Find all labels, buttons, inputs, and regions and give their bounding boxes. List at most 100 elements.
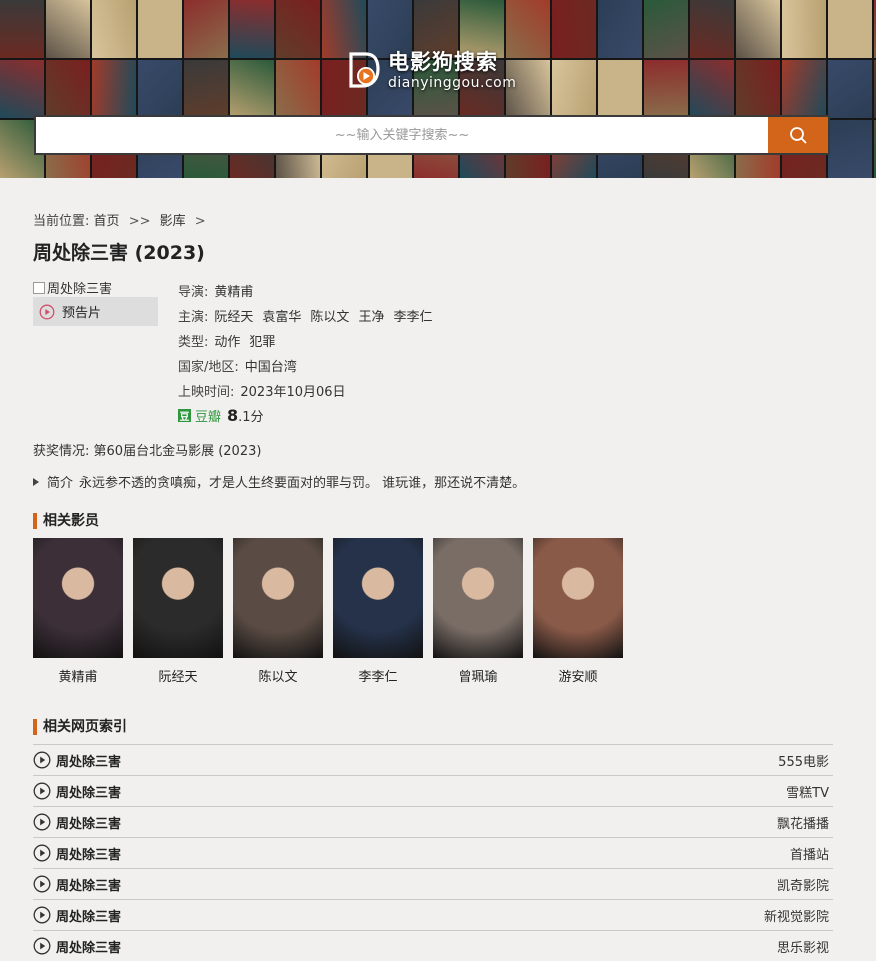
related-link-title[interactable]: 周处除三害 <box>56 751 121 770</box>
cast-name-link[interactable]: 阮经天 <box>133 666 223 685</box>
breadcrumb-library-link[interactable]: 影库 <box>160 214 186 229</box>
related-link-row[interactable]: 周处除三害 飘花播播 <box>33 806 833 837</box>
cast-name-link[interactable]: 黄精甫 <box>33 666 123 685</box>
cast-link[interactable]: 袁富华 <box>262 306 301 325</box>
release-date: 2023年10月06日 <box>240 385 346 400</box>
cast-photo[interactable] <box>33 538 123 658</box>
related-link-source[interactable]: 555电影 <box>778 751 829 770</box>
breadcrumb: 当前位置: 首页 >> 影库 > <box>33 210 211 229</box>
cast-card[interactable]: 游安顺 <box>533 538 623 685</box>
background-poster <box>598 60 642 118</box>
intro-label: 简介 <box>47 476 74 491</box>
awards-link[interactable]: 第60届台北金马影展 (2023) <box>94 444 262 459</box>
related-link-row[interactable]: 周处除三害 首播站 <box>33 837 833 868</box>
play-circle-icon <box>33 782 51 800</box>
cast-link[interactable]: 李李仁 <box>393 306 432 325</box>
movie-poster-box: 周处除三害 预告片 <box>33 278 158 326</box>
cast-card[interactable]: 曾珮瑜 <box>433 538 523 685</box>
logo-text: 电影狗搜索 <box>388 50 498 74</box>
cast-name-link[interactable]: 陈以文 <box>233 666 323 685</box>
related-link-row[interactable]: 周处除三害 555电影 <box>33 744 833 775</box>
cast-name-link[interactable]: 曾珮瑜 <box>433 666 523 685</box>
related-link-source[interactable]: 雪糕TV <box>786 782 829 801</box>
douban-label: 豆瓣 <box>195 410 222 425</box>
background-poster <box>92 0 136 58</box>
cast-photo[interactable] <box>133 538 223 658</box>
region-row: 国家/地区: 中国台湾 <box>178 353 441 378</box>
cast-link[interactable]: 阮经天 <box>214 306 253 325</box>
related-links-list: 周处除三害 555电影 周处除三害 雪糕TV 周处除三害 飘花播播 周处除三害 首播站 周处除三… <box>33 744 833 961</box>
play-circle-icon <box>33 906 51 924</box>
background-poster <box>552 60 596 118</box>
genre-label: 类型: <box>178 335 209 350</box>
douban-score-minor: .1分 <box>238 410 264 425</box>
related-link-row[interactable]: 周处除三害 雪糕TV <box>33 775 833 806</box>
cast-link[interactable]: 陈以文 <box>310 306 349 325</box>
cast-card[interactable]: 李李仁 <box>333 538 423 685</box>
related-link-title[interactable]: 周处除三害 <box>56 875 121 894</box>
related-link-source[interactable]: 凯奇影院 <box>777 875 829 894</box>
related-link-title[interactable]: 周处除三害 <box>56 844 121 863</box>
douban-icon: 豆 <box>178 409 191 423</box>
movie-title: 周处除三害 (2023) <box>33 242 205 264</box>
related-link-row[interactable]: 周处除三害 新视觉影院 <box>33 899 833 930</box>
related-link-source[interactable]: 思乐影视 <box>777 937 829 956</box>
search-input[interactable] <box>36 117 768 153</box>
background-poster <box>690 0 734 58</box>
release-row: 上映时间: 2023年10月06日 <box>178 378 441 403</box>
related-link-title[interactable]: 周处除三害 <box>56 906 121 925</box>
release-label: 上映时间: <box>178 385 235 400</box>
breadcrumb-label: 当前位置: <box>33 214 90 229</box>
intro-row[interactable]: 简介 永远参不透的贪嗔痴，才是人生终要面对的罪与罚。 谁玩谁，那还说不清楚。 <box>33 472 525 491</box>
awards-row: 获奖情况: 第60届台北金马影展 (2023) <box>33 440 261 459</box>
related-link-source[interactable]: 新视觉影院 <box>764 906 829 925</box>
background-poster <box>782 0 826 58</box>
background-poster <box>46 0 90 58</box>
cast-photo[interactable] <box>533 538 623 658</box>
related-link-left: 周处除三害 <box>33 782 121 801</box>
site-logo[interactable]: 电影狗搜索 dianyinggou.com <box>348 52 516 90</box>
movie-poster-image: 周处除三害 <box>33 278 158 297</box>
related-link-row[interactable]: 周处除三害 思乐影视 <box>33 930 833 961</box>
poster-alt-text: 周处除三害 <box>47 282 113 297</box>
cast-photo[interactable] <box>333 538 423 658</box>
cast-card[interactable]: 陈以文 <box>233 538 323 685</box>
breadcrumb-home-link[interactable]: 首页 <box>94 214 120 229</box>
cast-card[interactable]: 黄精甫 <box>33 538 123 685</box>
related-link-title[interactable]: 周处除三害 <box>56 937 121 956</box>
region-link[interactable]: 中国台湾 <box>245 356 297 375</box>
trailer-label: 预告片 <box>62 306 102 321</box>
cast-card[interactable]: 阮经天 <box>133 538 223 685</box>
cast-photo[interactable] <box>233 538 323 658</box>
play-circle-icon <box>33 937 51 955</box>
related-link-row[interactable]: 周处除三害 凯奇影院 <box>33 868 833 899</box>
broken-image-icon <box>33 281 45 294</box>
search-button[interactable] <box>768 117 828 153</box>
background-poster <box>736 60 780 118</box>
breadcrumb-separator: > <box>194 214 206 229</box>
search-icon <box>790 127 807 144</box>
related-link-left: 周处除三害 <box>33 875 121 894</box>
related-link-source[interactable]: 首播站 <box>790 844 829 863</box>
related-link-left: 周处除三害 <box>33 937 121 956</box>
trailer-button[interactable]: 预告片 <box>33 297 158 326</box>
background-poster <box>828 0 872 58</box>
background-poster <box>138 0 182 58</box>
genre-link[interactable]: 动作 <box>214 331 240 350</box>
logo-film-icon <box>348 52 380 90</box>
cast-link[interactable]: 王净 <box>358 306 384 325</box>
director-row: 导演: 黄精甫 <box>178 278 441 303</box>
cast-name-link[interactable]: 游安顺 <box>533 666 623 685</box>
related-link-title[interactable]: 周处除三害 <box>56 782 121 801</box>
director-link[interactable]: 黄精甫 <box>214 281 253 300</box>
background-poster <box>690 60 734 118</box>
cast-row: 主演: 阮经天 袁富华 陈以文 王净 李李仁 <box>178 303 441 328</box>
genre-link[interactable]: 犯罪 <box>249 331 275 350</box>
cast-photo[interactable] <box>433 538 523 658</box>
background-poster <box>828 60 872 118</box>
cast-name-link[interactable]: 李李仁 <box>333 666 423 685</box>
related-link-title[interactable]: 周处除三害 <box>56 813 121 832</box>
related-link-source[interactable]: 飘花播播 <box>777 813 829 832</box>
site-header: 电影狗搜索 dianyinggou.com <box>0 0 876 178</box>
intro-text: 永远参不透的贪嗔痴，才是人生终要面对的罪与罚。 谁玩谁，那还说不清楚。 <box>79 476 526 491</box>
